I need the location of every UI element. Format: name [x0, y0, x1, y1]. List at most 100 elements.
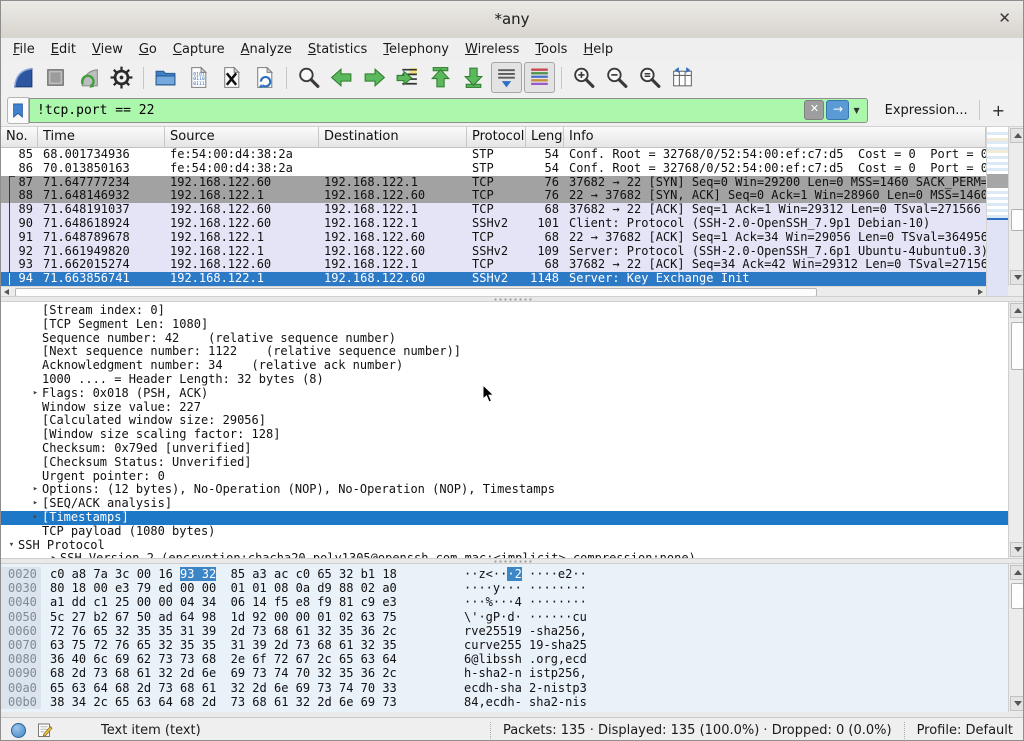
- bytes-vscrollbar[interactable]: [1008, 564, 1024, 712]
- vscroll-up-arrow[interactable]: [1010, 128, 1024, 143]
- bytes-vscroll-thumb[interactable]: [1011, 583, 1024, 609]
- expert-info-icon[interactable]: [11, 723, 26, 738]
- menu-view[interactable]: View: [84, 40, 131, 59]
- packet-row-89[interactable]: 8971.648191037192.168.122.60192.168.122.…: [1, 203, 986, 217]
- detail-line[interactable]: Checksum: 0x79ed [unverified]: [1, 442, 1008, 456]
- column-header-info[interactable]: Info: [564, 127, 986, 147]
- open-file-icon[interactable]: [150, 62, 181, 93]
- menu-edit[interactable]: Edit: [43, 40, 84, 59]
- expand-arrow-icon[interactable]: ▸: [29, 387, 42, 401]
- column-header-destination[interactable]: Destination: [319, 127, 467, 147]
- zoom-reset-icon[interactable]: [634, 62, 665, 93]
- hex-row-0040[interactable]: 0040a1 dd c1 25 00 00 04 34 06 14 f5 e8 …: [1, 595, 1008, 609]
- bytes-vscroll-up-arrow[interactable]: [1010, 565, 1024, 580]
- restart-capture-icon[interactable]: [73, 62, 104, 93]
- detail-line[interactable]: 1000 .... = Header Length: 32 bytes (8): [1, 373, 1008, 387]
- zoom-out-icon[interactable]: [601, 62, 632, 93]
- detail-line[interactable]: Acknowledgment number: 34 (relative ack …: [1, 359, 1008, 373]
- display-filter-field[interactable]: ✕ → ▼: [29, 98, 868, 123]
- detail-line[interactable]: [Window size scaling factor: 128]: [1, 428, 1008, 442]
- close-file-icon[interactable]: [216, 62, 247, 93]
- detail-line[interactable]: ▸[Timestamps]: [1, 511, 1008, 525]
- zoom-in-icon[interactable]: [568, 62, 599, 93]
- details-vscrollbar[interactable]: [1008, 302, 1024, 558]
- hex-row-00a0[interactable]: 00a065 63 64 68 2d 73 68 61 32 2d 6e 69 …: [1, 681, 1008, 695]
- column-header-protocol[interactable]: Protocol: [467, 127, 526, 147]
- previous-packet-icon[interactable]: [326, 62, 357, 93]
- detail-line[interactable]: Urgent pointer: 0: [1, 470, 1008, 484]
- filter-clear-button[interactable]: ✕: [804, 100, 824, 120]
- packet-list-vscrollbar[interactable]: [1008, 127, 1024, 286]
- detail-line[interactable]: [Stream index: 0]: [1, 304, 1008, 318]
- detail-line[interactable]: TCP payload (1080 bytes): [1, 525, 1008, 539]
- status-profile[interactable]: Profile: Default: [905, 723, 1023, 738]
- detail-line[interactable]: ▸[SEQ/ACK analysis]: [1, 497, 1008, 511]
- hex-row-0080[interactable]: 008036 40 6c 69 62 73 73 68 2e 6f 72 67 …: [1, 652, 1008, 666]
- expand-arrow-icon[interactable]: ▸: [29, 483, 42, 497]
- hex-row-0020[interactable]: 0020c0 a8 7a 3c 00 16 93 32 85 a3 ac c0 …: [1, 567, 1008, 581]
- hex-row-0050[interactable]: 00505c 27 b2 67 50 ad 64 98 1d 92 00 00 …: [1, 610, 1008, 624]
- menu-wireless[interactable]: Wireless: [457, 40, 527, 59]
- bytes-vscroll-down-arrow[interactable]: [1010, 696, 1024, 711]
- capture-options-icon[interactable]: [106, 62, 137, 93]
- save-file-icon[interactable]: 010101100111: [183, 62, 214, 93]
- hscroll-left-arrow[interactable]: [4, 289, 9, 295]
- column-header-time[interactable]: Time: [38, 127, 165, 147]
- detail-line[interactable]: Sequence number: 42 (relative sequence n…: [1, 332, 1008, 346]
- first-packet-icon[interactable]: [425, 62, 456, 93]
- resize-columns-icon[interactable]: [667, 62, 698, 93]
- hex-row-0070[interactable]: 007063 75 72 76 65 32 35 35 31 39 2d 73 …: [1, 638, 1008, 652]
- add-filter-button[interactable]: +: [980, 101, 1017, 120]
- details-vscroll-up-arrow[interactable]: [1010, 303, 1024, 318]
- find-packet-icon[interactable]: [293, 62, 324, 93]
- last-packet-icon[interactable]: [458, 62, 489, 93]
- title-bar[interactable]: *any ✕: [1, 1, 1023, 39]
- details-vscroll-down-arrow[interactable]: [1010, 542, 1024, 557]
- intelligent-scrollbar-minimap[interactable]: [986, 127, 1008, 296]
- packet-row-92[interactable]: 9271.661949820192.168.122.1192.168.122.6…: [1, 245, 986, 259]
- expand-arrow-icon[interactable]: ▸: [29, 511, 42, 525]
- menu-help[interactable]: Help: [575, 40, 621, 59]
- vscroll-down-arrow[interactable]: [1010, 270, 1024, 285]
- hex-row-0060[interactable]: 006072 76 65 32 35 35 31 39 2d 73 68 61 …: [1, 624, 1008, 638]
- start-capture-icon[interactable]: [7, 62, 38, 93]
- menu-statistics[interactable]: Statistics: [300, 40, 375, 59]
- detail-line[interactable]: [Calculated window size: 29056]: [1, 414, 1008, 428]
- vscroll-thumb[interactable]: [1011, 209, 1024, 231]
- column-header-source[interactable]: Source: [165, 127, 319, 147]
- packet-row-90[interactable]: 9071.648618924192.168.122.60192.168.122.…: [1, 217, 986, 231]
- colorize-icon[interactable]: [524, 62, 555, 93]
- filter-history-dropdown[interactable]: ▼: [849, 106, 863, 115]
- detail-line[interactable]: Window size value: 227: [1, 401, 1008, 415]
- menu-capture[interactable]: Capture: [165, 40, 233, 59]
- filter-bookmark-button[interactable]: [7, 97, 29, 124]
- next-packet-icon[interactable]: [359, 62, 390, 93]
- packet-row-86[interactable]: 8670.013850163fe:54:00:d4:38:2aSTP54Conf…: [1, 162, 986, 176]
- menu-tools[interactable]: Tools: [527, 40, 575, 59]
- details-vscroll-thumb[interactable]: [1011, 322, 1024, 370]
- detail-line[interactable]: [TCP Segment Len: 1080]: [1, 318, 1008, 332]
- expand-arrow-icon[interactable]: ▾: [5, 539, 18, 553]
- reload-file-icon[interactable]: [249, 62, 280, 93]
- packet-row-85[interactable]: 8568.001734936fe:54:00:d4:38:2aSTP54Conf…: [1, 148, 986, 162]
- menu-file[interactable]: File: [5, 40, 43, 59]
- column-header-length[interactable]: Length: [526, 127, 564, 147]
- filter-apply-button[interactable]: →: [826, 100, 849, 120]
- hscroll-right-arrow[interactable]: [978, 289, 983, 295]
- display-filter-input[interactable]: [30, 103, 804, 118]
- expand-arrow-icon[interactable]: ▸: [29, 497, 42, 511]
- packet-row-91[interactable]: 9171.648789678192.168.122.1192.168.122.6…: [1, 231, 986, 245]
- detail-line[interactable]: ▸Options: (12 bytes), No-Operation (NOP)…: [1, 483, 1008, 497]
- menu-go[interactable]: Go: [131, 40, 165, 59]
- hex-row-0030[interactable]: 003080 18 00 e3 79 ed 00 00 01 01 08 0a …: [1, 581, 1008, 595]
- close-window-button[interactable]: ✕: [998, 9, 1011, 27]
- detail-line[interactable]: [Checksum Status: Unverified]: [1, 456, 1008, 470]
- capture-comment-icon[interactable]: [37, 722, 53, 738]
- auto-scroll-icon[interactable]: [491, 62, 522, 93]
- packet-row-88[interactable]: 8871.648146932192.168.122.1192.168.122.6…: [1, 189, 986, 203]
- packet-row-94[interactable]: 9471.663856741192.168.122.1192.168.122.6…: [1, 272, 986, 286]
- stop-capture-icon[interactable]: [40, 62, 71, 93]
- detail-line[interactable]: ▸Flags: 0x018 (PSH, ACK): [1, 387, 1008, 401]
- menu-telephony[interactable]: Telephony: [375, 40, 457, 59]
- detail-line[interactable]: [Next sequence number: 1122 (relative se…: [1, 345, 1008, 359]
